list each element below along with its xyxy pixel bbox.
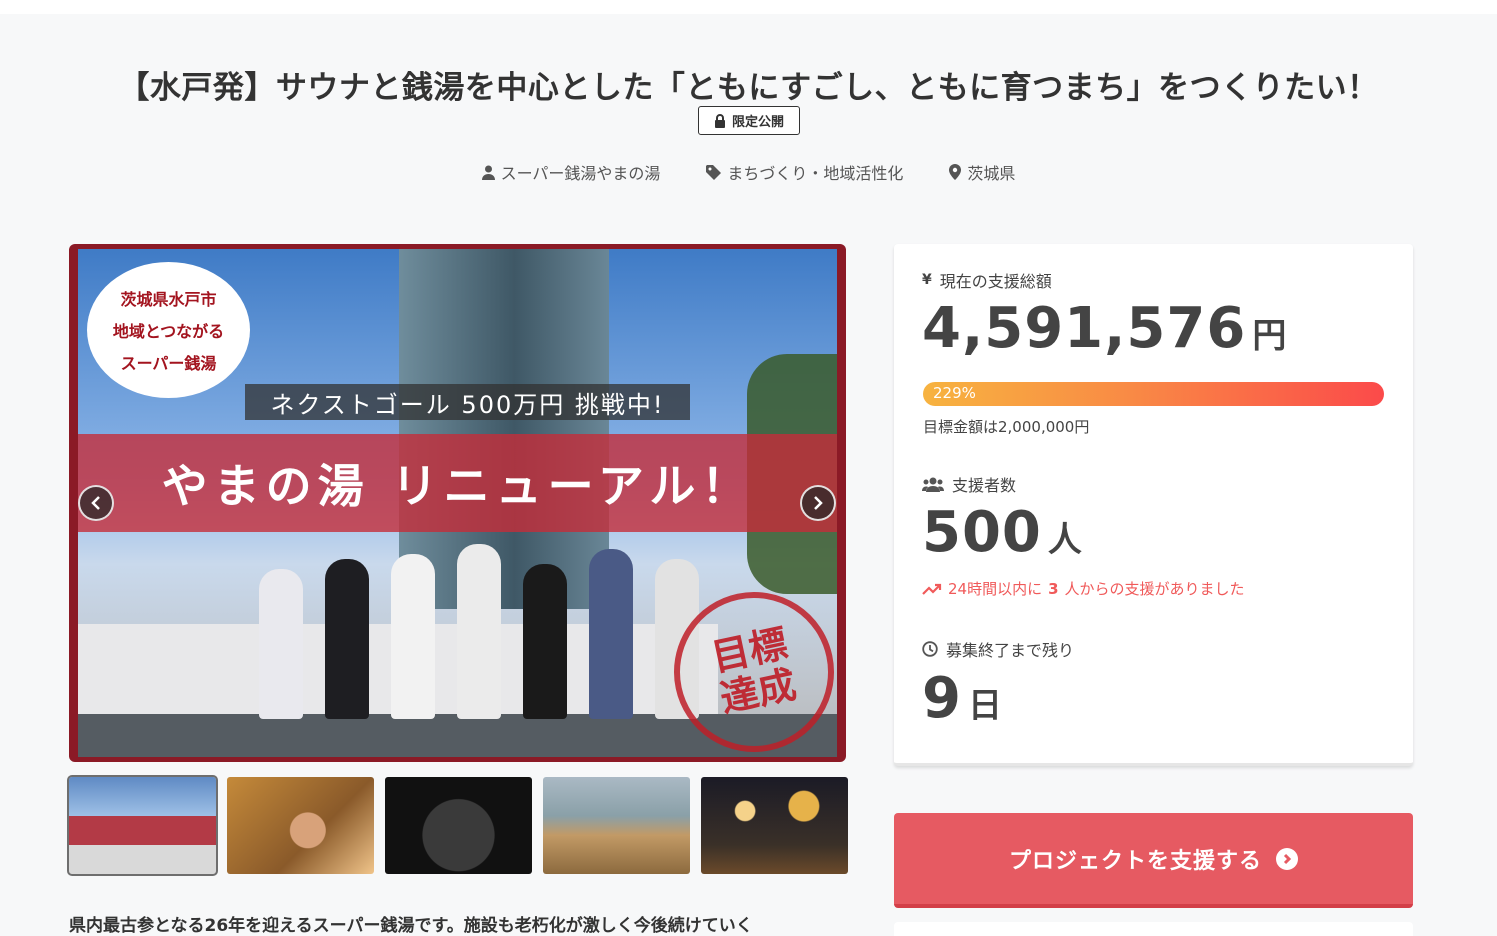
funding-unit: 円 — [1252, 316, 1287, 356]
circle-line: スーパー銭湯 — [120, 354, 217, 373]
category-name: まちづくり・地域活性化 — [727, 164, 904, 183]
hero-banner-text: やまの湯 リニューアル！ — [78, 434, 837, 532]
clock-icon — [922, 641, 938, 657]
project-meta: スーパー銭湯やまの湯 まちづくり・地域活性化 茨城県 — [0, 160, 1497, 184]
goal-amount: 目標金額は2,000,000円 — [923, 418, 1090, 436]
progress-text: 229% — [933, 384, 976, 402]
remaining-row: 9 日 — [922, 666, 1002, 731]
arrow-right-circle-icon — [1276, 847, 1298, 870]
remaining-label: 募集終了まで残り — [946, 641, 1075, 660]
thumbnail-1[interactable] — [67, 775, 218, 876]
top-bar — [0, 0, 1497, 14]
circle-line: 地域とつながる — [112, 322, 225, 341]
funding-amount-row: 4,591,576 円 — [922, 296, 1286, 361]
person — [325, 559, 369, 719]
badge-label: 限定公開 — [731, 115, 784, 130]
thumbnail-2[interactable] — [227, 777, 374, 874]
page-title: 【水戸発】サウナと銭湯を中心とした「ともにすごし、ともに育つまち」をつくりたい！ — [118, 70, 1379, 106]
support-project-button[interactable]: プロジェクトを支援する — [894, 813, 1413, 908]
thumbnail-3[interactable] — [385, 777, 532, 874]
supporters-row: 500 人 — [922, 500, 1082, 565]
funding-label: 現在の支援総額 — [939, 272, 1052, 291]
owner-link[interactable]: スーパー銭湯やまの湯 — [481, 160, 661, 184]
user-icon — [481, 165, 495, 180]
person — [259, 569, 303, 719]
next-panel-edge — [894, 922, 1413, 936]
trending-up-icon — [922, 583, 942, 595]
location-name: 茨城県 — [967, 164, 1016, 183]
tag-icon — [706, 164, 722, 180]
lock-icon — [714, 113, 725, 128]
trend-prefix: 24時間以内に — [948, 580, 1043, 598]
supporters-count: 500 — [922, 500, 1042, 565]
thumbnail-strip — [67, 775, 848, 876]
circle-line: 茨城県水戸市 — [120, 290, 217, 309]
person — [589, 549, 633, 719]
remaining-days: 9 — [922, 666, 962, 731]
supporters-unit: 人 — [1047, 520, 1082, 560]
supporters-label-row: 支援者数 — [922, 472, 1016, 496]
carousel-prev-button[interactable] — [78, 485, 114, 521]
project-description: 県内最古参となる26年を迎えるスーパー銭湯です。施設も老朽化が激しく今後続けてい… — [69, 916, 753, 936]
thumbnail-4[interactable] — [543, 777, 690, 874]
funding-amount: 4,591,576 — [922, 296, 1247, 361]
trend-suffix: 人からの支援がありました — [1064, 580, 1245, 598]
person — [457, 544, 501, 719]
funding-label-row: ¥ 現在の支援総額 — [922, 268, 1052, 292]
chevron-right-icon — [814, 496, 823, 510]
supporters-label: 支援者数 — [952, 476, 1017, 495]
carousel-next-button[interactable] — [800, 485, 836, 521]
recent-support-notice: 24時間以内に 3 人からの支援がありました — [922, 578, 1245, 599]
hero-circle-caption: 茨城県水戸市 地域とつながる スーパー銭湯 — [87, 262, 250, 398]
yen-icon: ¥ — [922, 272, 932, 288]
limited-public-badge: 限定公開 — [698, 106, 800, 135]
person — [523, 564, 567, 719]
hero-people — [259, 544, 699, 719]
thumbnail-5[interactable] — [701, 777, 848, 874]
remaining-label-row: 募集終了まで残り — [922, 637, 1074, 661]
next-goal-caption: ネクストゴール 500万円 挑戦中! — [245, 384, 690, 420]
remaining-unit: 日 — [967, 686, 1002, 726]
category-link[interactable]: まちづくり・地域活性化 — [706, 160, 903, 184]
users-icon — [922, 477, 944, 492]
person — [391, 554, 435, 719]
funding-stats-panel: ¥ 現在の支援総額 4,591,576 円 229% 目標金額は2,000,00… — [894, 244, 1413, 766]
map-pin-icon — [949, 164, 962, 180]
progress-bar: 229% — [923, 382, 1384, 406]
main-image-carousel[interactable]: 茨城県水戸市 地域とつながる スーパー銭湯 ネクストゴール 500万円 挑戦中!… — [69, 244, 846, 762]
chevron-left-icon — [91, 496, 100, 510]
owner-name: スーパー銭湯やまの湯 — [500, 164, 661, 183]
location-link[interactable]: 茨城県 — [949, 160, 1015, 184]
trend-count: 3 — [1048, 579, 1059, 598]
support-button-label: プロジェクトを支援する — [1008, 848, 1262, 874]
